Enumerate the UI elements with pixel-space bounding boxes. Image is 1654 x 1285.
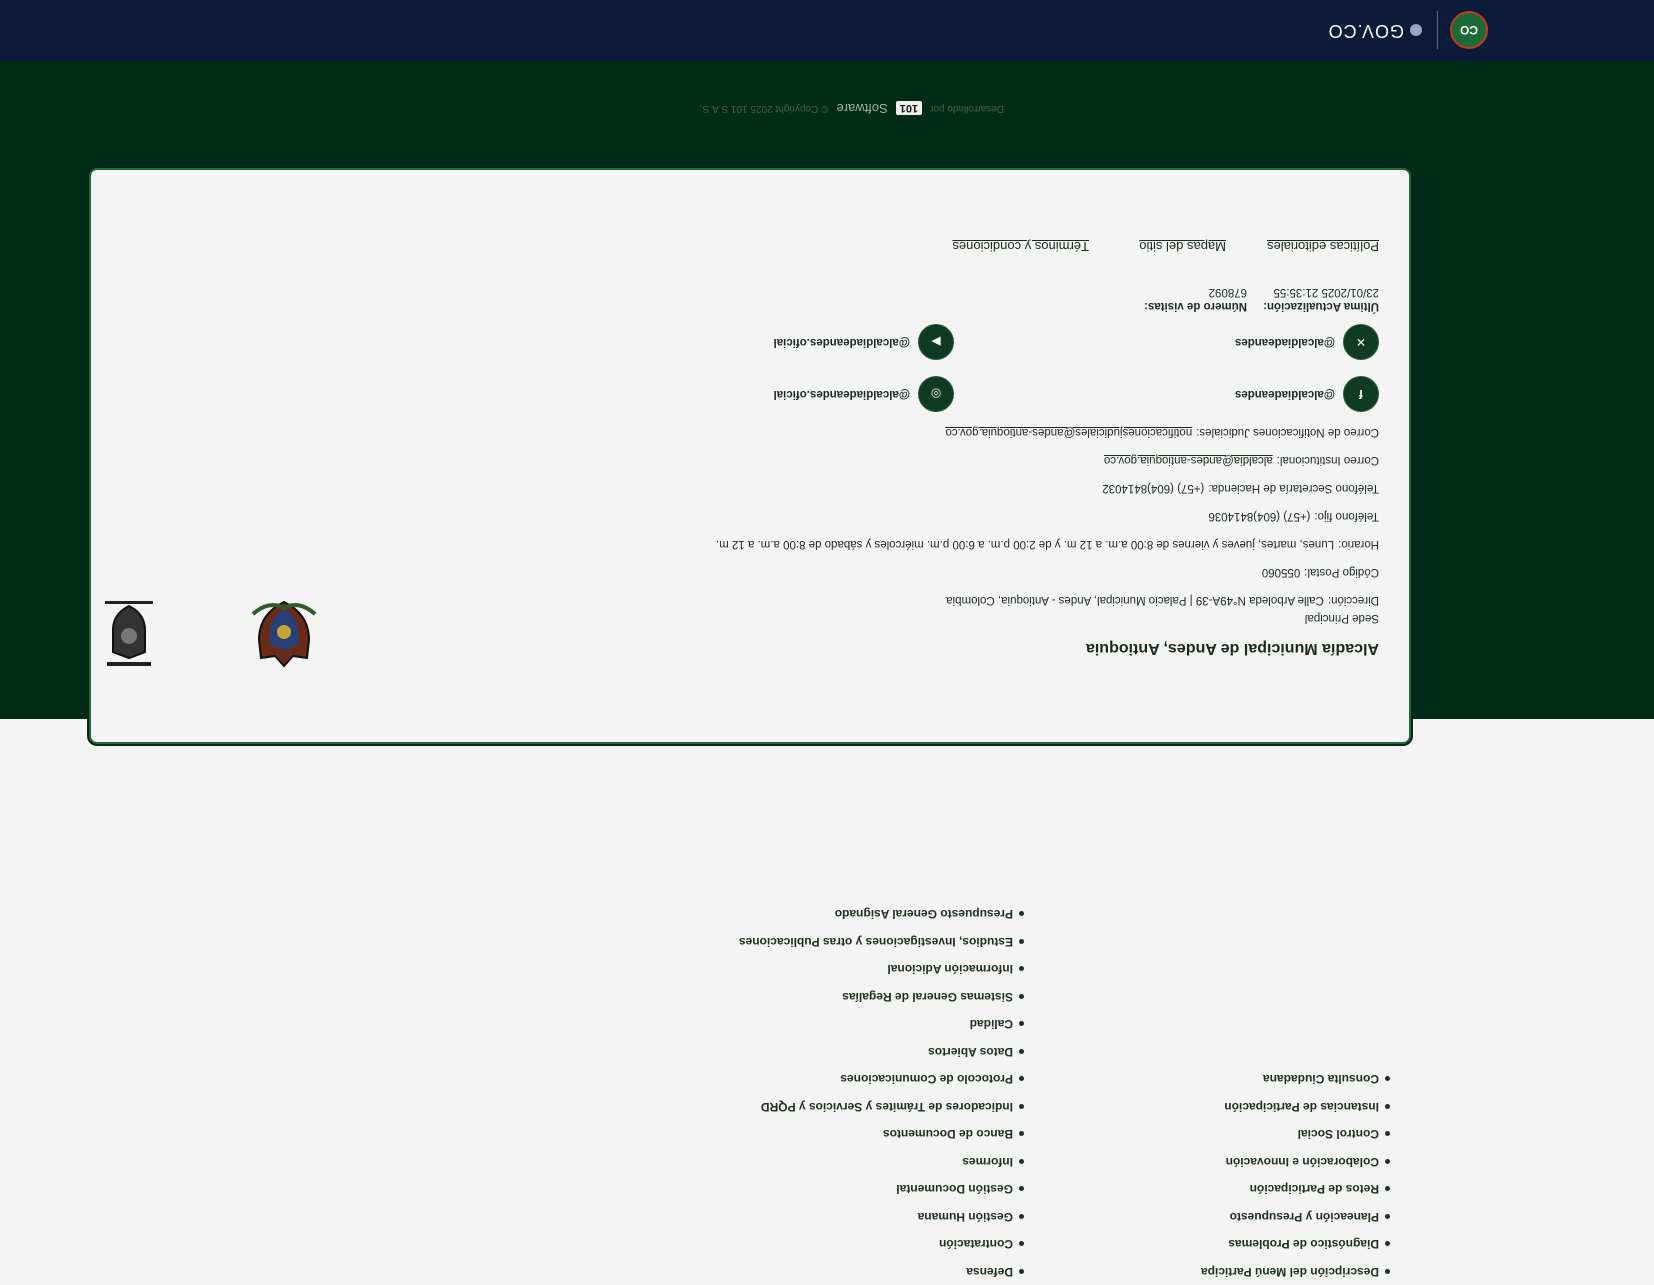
menu-item[interactable]: Retos de Participación [1201,1175,1390,1203]
judicial-email-line: Correo de Notificaciones Judiciales:noti… [945,426,1379,438]
participa-menu: Descripción del Menú Participa Diagnósti… [1201,1065,1390,1285]
municipal-seal-icon [99,598,159,670]
menu-item[interactable]: Calidad [739,1010,1024,1038]
menu-item[interactable]: Presupuesto General Asignado [739,900,1024,928]
terms-link[interactable]: Términos y condiciones [952,239,1089,254]
email-link[interactable]: alcaldia@andes-antioquia.gov.co [1104,454,1273,466]
page-stage: Descripción del Menú Participa Diagnósti… [0,0,1654,1280]
menu-item[interactable]: Datos Abiertos [739,1038,1024,1066]
transparencia-menu: Defensa Contratación Gestión Humana Gest… [739,900,1024,1285]
municipality-title: Alcadía Municipal de Andes, Antioquia [1086,639,1379,657]
menu-item[interactable]: Planeación y Presupuesto [1201,1203,1390,1231]
social-facebook[interactable]: f @alcaldiadeandes [1235,376,1379,412]
twitter-icon: ✕ [1343,324,1379,360]
menu-item[interactable]: Sistemas General de Regalías [739,983,1024,1011]
menu-item[interactable]: Indicadores de Trámites y Servicios y PQ… [739,1093,1024,1121]
last-update: Última Actualización: 23/01/2025 21:35:5… [1263,286,1379,312]
gov-co-link[interactable]: GOV.CO [1328,20,1422,41]
menu-item[interactable]: Gestión Documental [739,1175,1024,1203]
menu-item[interactable]: Gestión Humana [739,1203,1024,1231]
menu-item[interactable]: Defensa [739,1258,1024,1285]
menu-item[interactable]: Control Social [1201,1120,1390,1148]
menu-item[interactable]: Colaboración e Innovación [1201,1148,1390,1176]
instagram-icon: ◎ [918,376,954,412]
social-instagram[interactable]: ◎ @alcaldiadeandes.oficial [774,376,955,412]
menu-item[interactable]: Consulta Ciudadana [1201,1065,1390,1093]
menu-item[interactable]: Instancias de Participación [1201,1093,1390,1121]
editorial-policies-link[interactable]: Políticas editoriales [1267,239,1379,254]
menu-item[interactable]: Descripción del Menú Participa [1201,1258,1390,1285]
facebook-icon: f [1343,376,1379,412]
sitemap-link[interactable]: Mapas del sitio [1139,239,1226,254]
menu-item[interactable]: Estudios, Investigaciones y otras Public… [739,928,1024,956]
hours-line: Horario:Lunes, martes, jueves y viernes … [716,538,1379,550]
footer-card: Alcadía Municipal de Andes, Antioquia Se… [89,168,1411,744]
gov-co-icon [1410,25,1422,37]
menu-item[interactable]: Contratación [739,1230,1024,1258]
main-seat-label: Sede Principal [1305,612,1379,624]
developer-logo[interactable]: 101 [896,102,922,116]
social-twitter[interactable]: ✕ @alcaldiadeandes [1235,324,1379,360]
youtube-icon: ▶ [918,324,954,360]
coat-of-arms-icon [249,598,319,670]
menu-item[interactable]: Información Adicional [739,955,1024,983]
menu-item[interactable]: Diagnóstico de Problemas [1201,1230,1390,1258]
address-line: Dirección:Calle Arboleda N°49A-39 | Pala… [946,594,1379,606]
developer-credit: Desarrollado por 101 Software © Copyrigh… [700,101,1004,116]
divider [1437,11,1438,49]
menu-item[interactable]: Protocolo de Comunicaciones [739,1065,1024,1093]
gov-co-bar: CO GOV.CO [0,0,1654,61]
phone-line: Teléfono fijo:(+57) (604)8414036 [1208,510,1379,522]
hacienda-phone-line: Teléfono Secretaría de Hacienda:(+57) (6… [1102,482,1379,494]
judicial-email-link[interactable]: notificacionesjudiciales@andes-antioquia… [945,426,1192,438]
visit-counter: Número de visitas: 678092 [1144,286,1247,312]
colombia-co-logo-icon[interactable]: CO [1450,11,1488,49]
postal-line: Código Postal:055060 [1262,566,1379,578]
menu-item[interactable]: Banco de Documentos [739,1120,1024,1148]
email-line: Correo Institucional:alcaldia@andes-anti… [1104,454,1379,466]
social-youtube[interactable]: ▶ @alcaldiadeandes.oficial [774,324,955,360]
menu-item[interactable]: Informes [739,1148,1024,1176]
